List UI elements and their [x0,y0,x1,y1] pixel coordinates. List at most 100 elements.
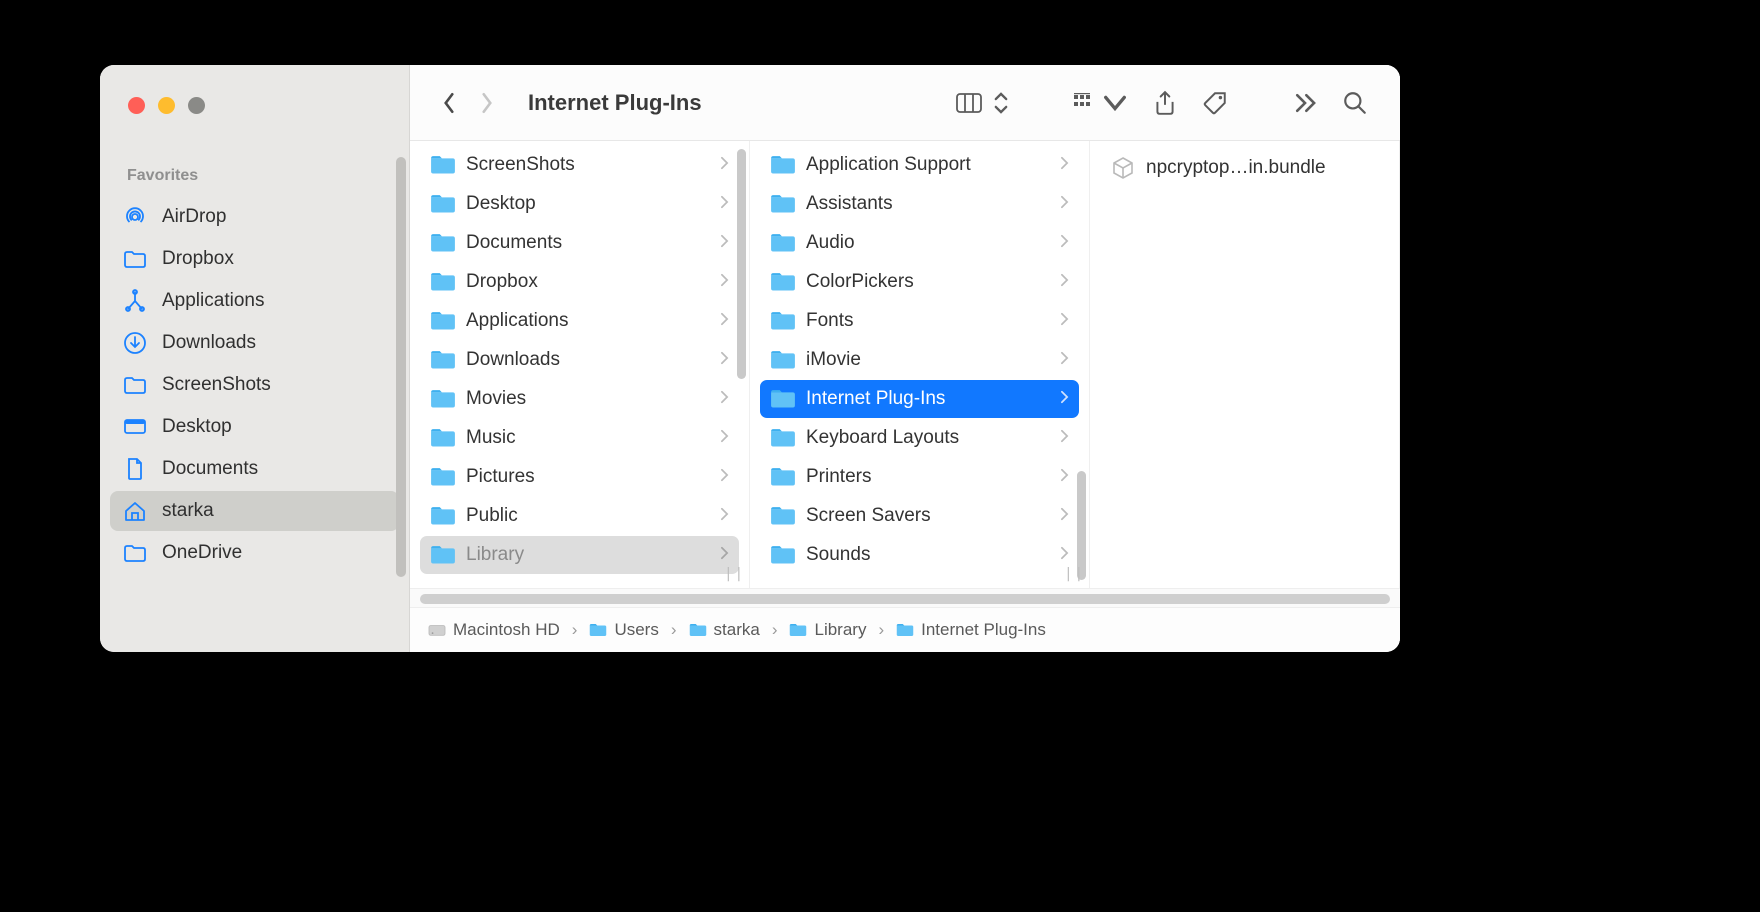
horizontal-scrollbar[interactable] [410,588,1400,608]
folder-row[interactable]: Movies [420,380,739,418]
folder-row[interactable]: Fonts [760,302,1079,340]
group-icon [1072,90,1098,116]
search-button[interactable] [1330,84,1380,122]
folder-name: ColorPickers [806,271,1050,293]
folder-row[interactable]: Downloads [420,341,739,379]
tags-button[interactable] [1190,84,1240,122]
folder-row[interactable]: Screen Savers [760,497,1079,535]
disk-icon [428,622,446,638]
chevron-down-icon [1102,90,1128,116]
folder-name: Library [466,544,710,566]
sidebar-item-downloads[interactable]: Downloads [110,323,399,363]
folder-row[interactable]: Application Support [760,146,1079,184]
folder-row[interactable]: Sounds [760,536,1079,574]
sidebar-item-airdrop[interactable]: AirDrop [110,197,399,237]
finder-window: Favorites AirDropDropboxApplicationsDown… [100,65,1400,652]
apps-icon [122,289,148,313]
column-1-scrollbar[interactable] [737,149,746,379]
sidebar-item-desktop[interactable]: Desktop [110,407,399,447]
sidebar-item-label: AirDrop [162,206,226,228]
more-button[interactable] [1280,84,1330,122]
share-button[interactable] [1140,84,1190,122]
folder-icon [430,193,456,215]
folder-name: Dropbox [466,271,710,293]
zoom-button[interactable] [188,97,205,114]
sidebar-item-onedrive[interactable]: OneDrive [110,533,399,573]
horizontal-scrollbar-thumb[interactable] [420,594,1390,604]
folder-row[interactable]: Applications [420,302,739,340]
sidebar-item-documents[interactable]: Documents [110,449,399,489]
path-item-users[interactable]: Users [589,620,658,640]
folder-icon [770,427,796,449]
folder-row[interactable]: Audio [760,224,1079,262]
folder-icon [122,541,148,565]
updown-icon [988,90,1014,116]
chevron-right-icon [1060,546,1069,565]
close-button[interactable] [128,97,145,114]
file-row[interactable]: npcryptop…in.bundle [1096,145,1393,191]
folder-row[interactable]: Desktop [420,185,739,223]
path-item-starka[interactable]: starka [689,620,760,640]
path-item-macintosh-hd[interactable]: Macintosh HD [428,620,560,640]
folder-row[interactable]: ScreenShots [420,146,739,184]
folder-row[interactable]: Dropbox [420,263,739,301]
folder-name: Sounds [806,544,1050,566]
share-icon [1152,90,1178,116]
folder-icon [430,466,456,488]
sidebar-item-label: OneDrive [162,542,242,564]
sidebar-item-starka[interactable]: starka [110,491,399,531]
folder-icon [589,622,607,638]
folder-icon [770,154,796,176]
back-button[interactable] [430,84,468,122]
column-2-scrollbar[interactable] [1077,471,1086,580]
folder-row[interactable]: Library [420,536,739,574]
chevron-right-icon [720,429,729,448]
sidebar-item-label: ScreenShots [162,374,271,396]
column-resize-handle[interactable]: || [724,566,745,582]
folder-name: Internet Plug-Ins [806,388,1050,410]
path-item-library[interactable]: Library [789,620,866,640]
folder-row[interactable]: iMovie [760,341,1079,379]
chevron-right-icon [1060,351,1069,370]
sidebar-scrollbar[interactable] [396,157,406,577]
folder-row[interactable]: ColorPickers [760,263,1079,301]
search-icon [1342,90,1368,116]
more-icon [1292,90,1318,116]
sidebar-item-dropbox[interactable]: Dropbox [110,239,399,279]
column-3: npcryptop…in.bundle [1090,141,1400,588]
forward-button[interactable] [468,84,506,122]
folder-row[interactable]: Pictures [420,458,739,496]
folder-name: Screen Savers [806,505,1050,527]
column-resize-handle[interactable]: || [1064,566,1085,582]
minimize-button[interactable] [158,97,175,114]
folder-icon [770,544,796,566]
folder-row[interactable]: Assistants [760,185,1079,223]
chevron-right-icon [720,351,729,370]
folder-row[interactable]: Keyboard Layouts [760,419,1079,457]
chevron-right-icon [720,156,729,175]
chevron-right-icon [720,234,729,253]
sidebar-item-screenshots[interactable]: ScreenShots [110,365,399,405]
folder-row[interactable]: Public [420,497,739,535]
folder-row[interactable]: Printers [760,458,1079,496]
sidebar-item-applications[interactable]: Applications [110,281,399,321]
path-item-internet-plug-ins[interactable]: Internet Plug-Ins [896,620,1046,640]
sidebar-item-label: Dropbox [162,248,234,270]
home-icon [122,499,148,523]
group-by-button[interactable] [1060,84,1140,122]
sidebar-item-label: Downloads [162,332,256,354]
folder-name: Documents [466,232,710,254]
sidebar-item-label: starka [162,500,214,522]
chevron-right-icon [1060,234,1069,253]
view-columns-button[interactable] [944,84,1026,122]
folder-icon [770,466,796,488]
folder-name: Fonts [806,310,1050,332]
file-name: npcryptop…in.bundle [1146,157,1326,179]
folder-row[interactable]: Music [420,419,739,457]
airdrop-icon [122,205,148,229]
folder-icon [770,349,796,371]
folder-row[interactable]: Internet Plug-Ins [760,380,1079,418]
folder-icon [770,232,796,254]
folder-name: Assistants [806,193,1050,215]
folder-row[interactable]: Documents [420,224,739,262]
